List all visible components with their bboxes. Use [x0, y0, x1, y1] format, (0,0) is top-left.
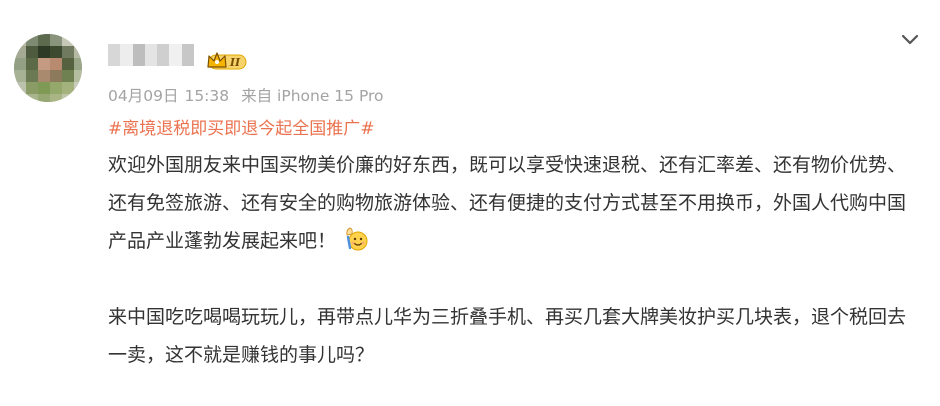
weibo-post-card: II 04月09日 15:38 来自 iPhone 15 Pro #离境退税即买即退…	[0, 0, 940, 406]
paragraph-1-text: 欢迎外国朋友来中国买物美价廉的好东西，既可以享受快速退税、还有汇率差、还有物价优…	[108, 154, 907, 252]
username-blurred[interactable]	[108, 44, 194, 66]
post-time[interactable]: 15:38	[184, 87, 229, 105]
topic-hashtag-link[interactable]: #离境退税即买即退今起全国推广#	[108, 114, 375, 139]
waving-hand-emoji-icon	[344, 226, 370, 252]
member-level-badge[interactable]: II	[206, 50, 248, 72]
post-meta: 04月09日 15:38 来自 iPhone 15 Pro	[108, 84, 384, 106]
crown-icon: II	[207, 52, 247, 70]
post-paragraph-1: 欢迎外国朋友来中国买物美价廉的好东西，既可以享受快速退税、还有汇率差、还有物价优…	[108, 146, 923, 260]
chevron-down-icon	[901, 34, 919, 45]
post-source: 来自 iPhone 15 Pro	[241, 87, 384, 105]
post-date[interactable]: 04月09日	[108, 84, 178, 106]
member-level-text: II	[229, 56, 241, 69]
post-paragraph-2: 来中国吃吃喝喝玩玩儿，再带点儿华为三折叠手机、再买几套大牌美妆护买几块表，退个税…	[108, 306, 907, 366]
user-avatar[interactable]	[14, 34, 82, 102]
post-content: 欢迎外国朋友来中国买物美价廉的好东西，既可以享受快速退税、还有汇率差、还有物价优…	[108, 146, 923, 374]
expand-menu-button[interactable]	[896, 26, 924, 52]
